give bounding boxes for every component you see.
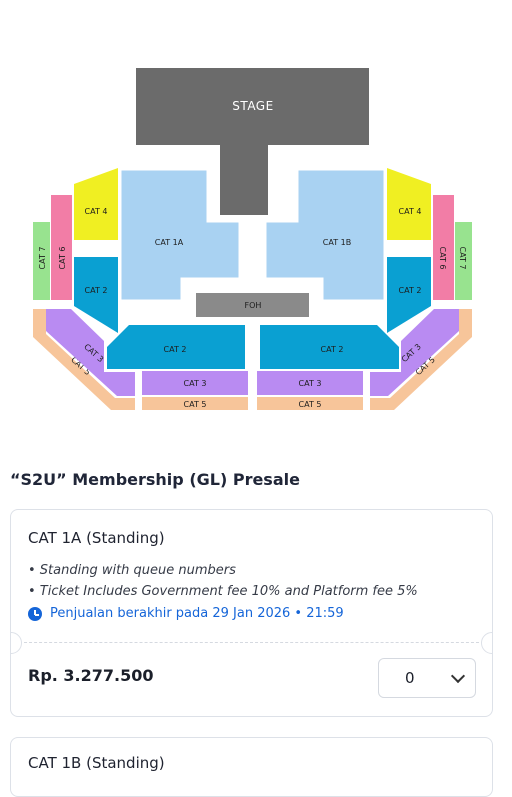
ticket-name: CAT 1A (Standing) [28, 529, 165, 547]
ticket-divider [19, 642, 484, 643]
zone-cat-7-left-label: CAT 7 [38, 247, 47, 270]
ticket-feature: • Standing with queue numbers [28, 563, 236, 578]
ticket-card-cat-1a: CAT 1A (Standing) • Standing with queue … [10, 509, 493, 717]
zone-cat-1b-label: CAT 1B [323, 238, 351, 247]
ticket-card-cat-1b: CAT 1B (Standing) [10, 737, 493, 797]
ticket-notch-right [481, 632, 492, 654]
zone-cat-1b[interactable] [265, 169, 385, 301]
foh-label: FOH [245, 301, 262, 310]
ticket-name: CAT 1B (Standing) [28, 754, 165, 772]
ticket-price: Rp. 3.277.500 [28, 666, 154, 685]
presale-title: “S2U” Membership (GL) Presale [10, 470, 300, 489]
zone-cat-2-bottom-left-label: CAT 2 [164, 345, 187, 354]
quantity-select[interactable]: 0 [378, 658, 476, 698]
venue-seating-map: STAGE CAT 1A CAT 1B FOH CAT 4 CAT 4 CAT … [0, 0, 512, 430]
zone-cat-1a-label: CAT 1A [155, 238, 184, 247]
zone-cat-2-bottom-right-label: CAT 2 [321, 345, 344, 354]
zone-cat-4-left[interactable] [74, 168, 118, 240]
sale-end-text: Penjualan berakhir pada 29 Jan 2026 • 21… [50, 606, 344, 621]
zone-cat-4-right[interactable] [387, 168, 431, 240]
zone-cat-6-left-label: CAT 6 [58, 247, 67, 270]
zone-cat-4-right-label: CAT 4 [399, 207, 422, 216]
clock-icon [28, 606, 42, 621]
quantity-value: 0 [405, 669, 415, 687]
stage-label: STAGE [232, 99, 273, 113]
zone-cat-2-left-label: CAT 2 [85, 286, 108, 295]
zone-cat-5-bottom-right-label: CAT 5 [299, 400, 322, 409]
sale-end-info: Penjualan berakhir pada 29 Jan 2026 • 21… [28, 606, 344, 621]
zone-cat-3-bottom-left-label: CAT 3 [184, 379, 207, 388]
chevron-down-icon [450, 668, 466, 683]
zone-cat-4-left-label: CAT 4 [85, 207, 108, 216]
ticket-feature: • Ticket Includes Government fee 10% and… [28, 584, 418, 599]
zone-cat-3-bottom-right-label: CAT 3 [299, 379, 322, 388]
ticket-features: • Standing with queue numbers • Ticket I… [28, 560, 418, 602]
zone-cat-2-right-label: CAT 2 [399, 286, 422, 295]
zone-cat-7-right-label: CAT 7 [458, 247, 467, 270]
zone-cat-5-bottom-left-label: CAT 5 [184, 400, 207, 409]
ticket-notch-left [11, 632, 22, 654]
zone-cat-6-right-label: CAT 6 [438, 247, 447, 270]
